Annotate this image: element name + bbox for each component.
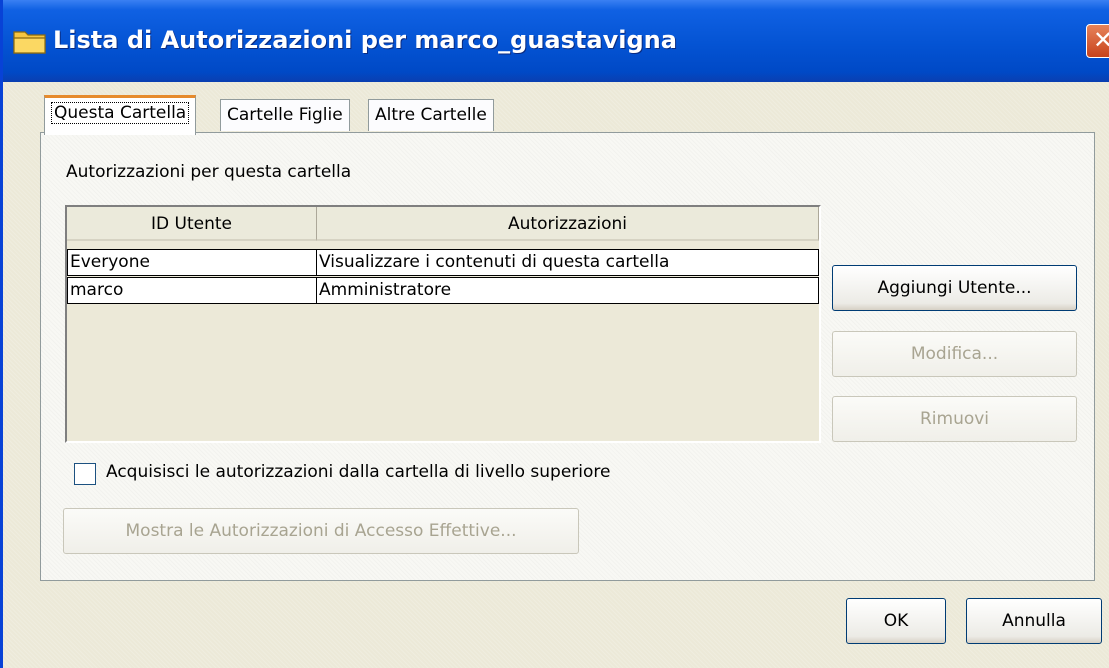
close-icon: ✕ [1092,26,1109,54]
cancel-button[interactable]: Annulla [966,598,1102,644]
tab-questa-cartella[interactable]: Questa Cartella [44,95,197,135]
folder-icon [13,31,46,54]
tab-label: Cartelle Figlie [227,105,343,125]
permissions-dialog: Lista di Autorizzazioni per marco_guasta… [0,0,1109,668]
permissions-table[interactable]: ID Utente Autorizzazioni Everyone Visual… [65,205,821,443]
table-row-permission[interactable]: Visualizzare i contenuti di questa carte… [316,249,819,276]
tab-label: Questa Cartella [51,102,190,124]
close-button[interactable]: ✕ [1086,24,1109,58]
table-row-user[interactable]: marco [67,277,319,304]
table-row-permission[interactable]: Amministratore [316,277,819,304]
inherit-checkbox[interactable] [74,463,96,485]
table-row-user[interactable]: Everyone [67,249,319,276]
modify-button[interactable]: Modifica... [832,331,1077,377]
group-label: Autorizzazioni per questa cartella [66,162,352,182]
column-header-permissions[interactable]: Autorizzazioni [317,207,819,241]
title-bar[interactable]: Lista di Autorizzazioni per marco_guasta… [3,0,1109,82]
tab-cartelle-figlie[interactable]: Cartelle Figlie [220,99,350,131]
column-header-user[interactable]: ID Utente [67,207,317,241]
window-title: Lista di Autorizzazioni per marco_guasta… [53,26,677,54]
add-user-button[interactable]: Aggiungi Utente... [832,265,1077,311]
show-effective-permissions-button[interactable]: Mostra le Autorizzazioni di Accesso Effe… [63,508,579,554]
tab-altre-cartelle[interactable]: Altre Cartelle [368,99,494,131]
inherit-checkbox-label[interactable]: Acquisisci le autorizzazioni dalla carte… [106,462,610,482]
ok-button[interactable]: OK [846,598,946,644]
remove-button[interactable]: Rimuovi [832,396,1077,442]
tab-label: Altre Cartelle [375,105,487,125]
